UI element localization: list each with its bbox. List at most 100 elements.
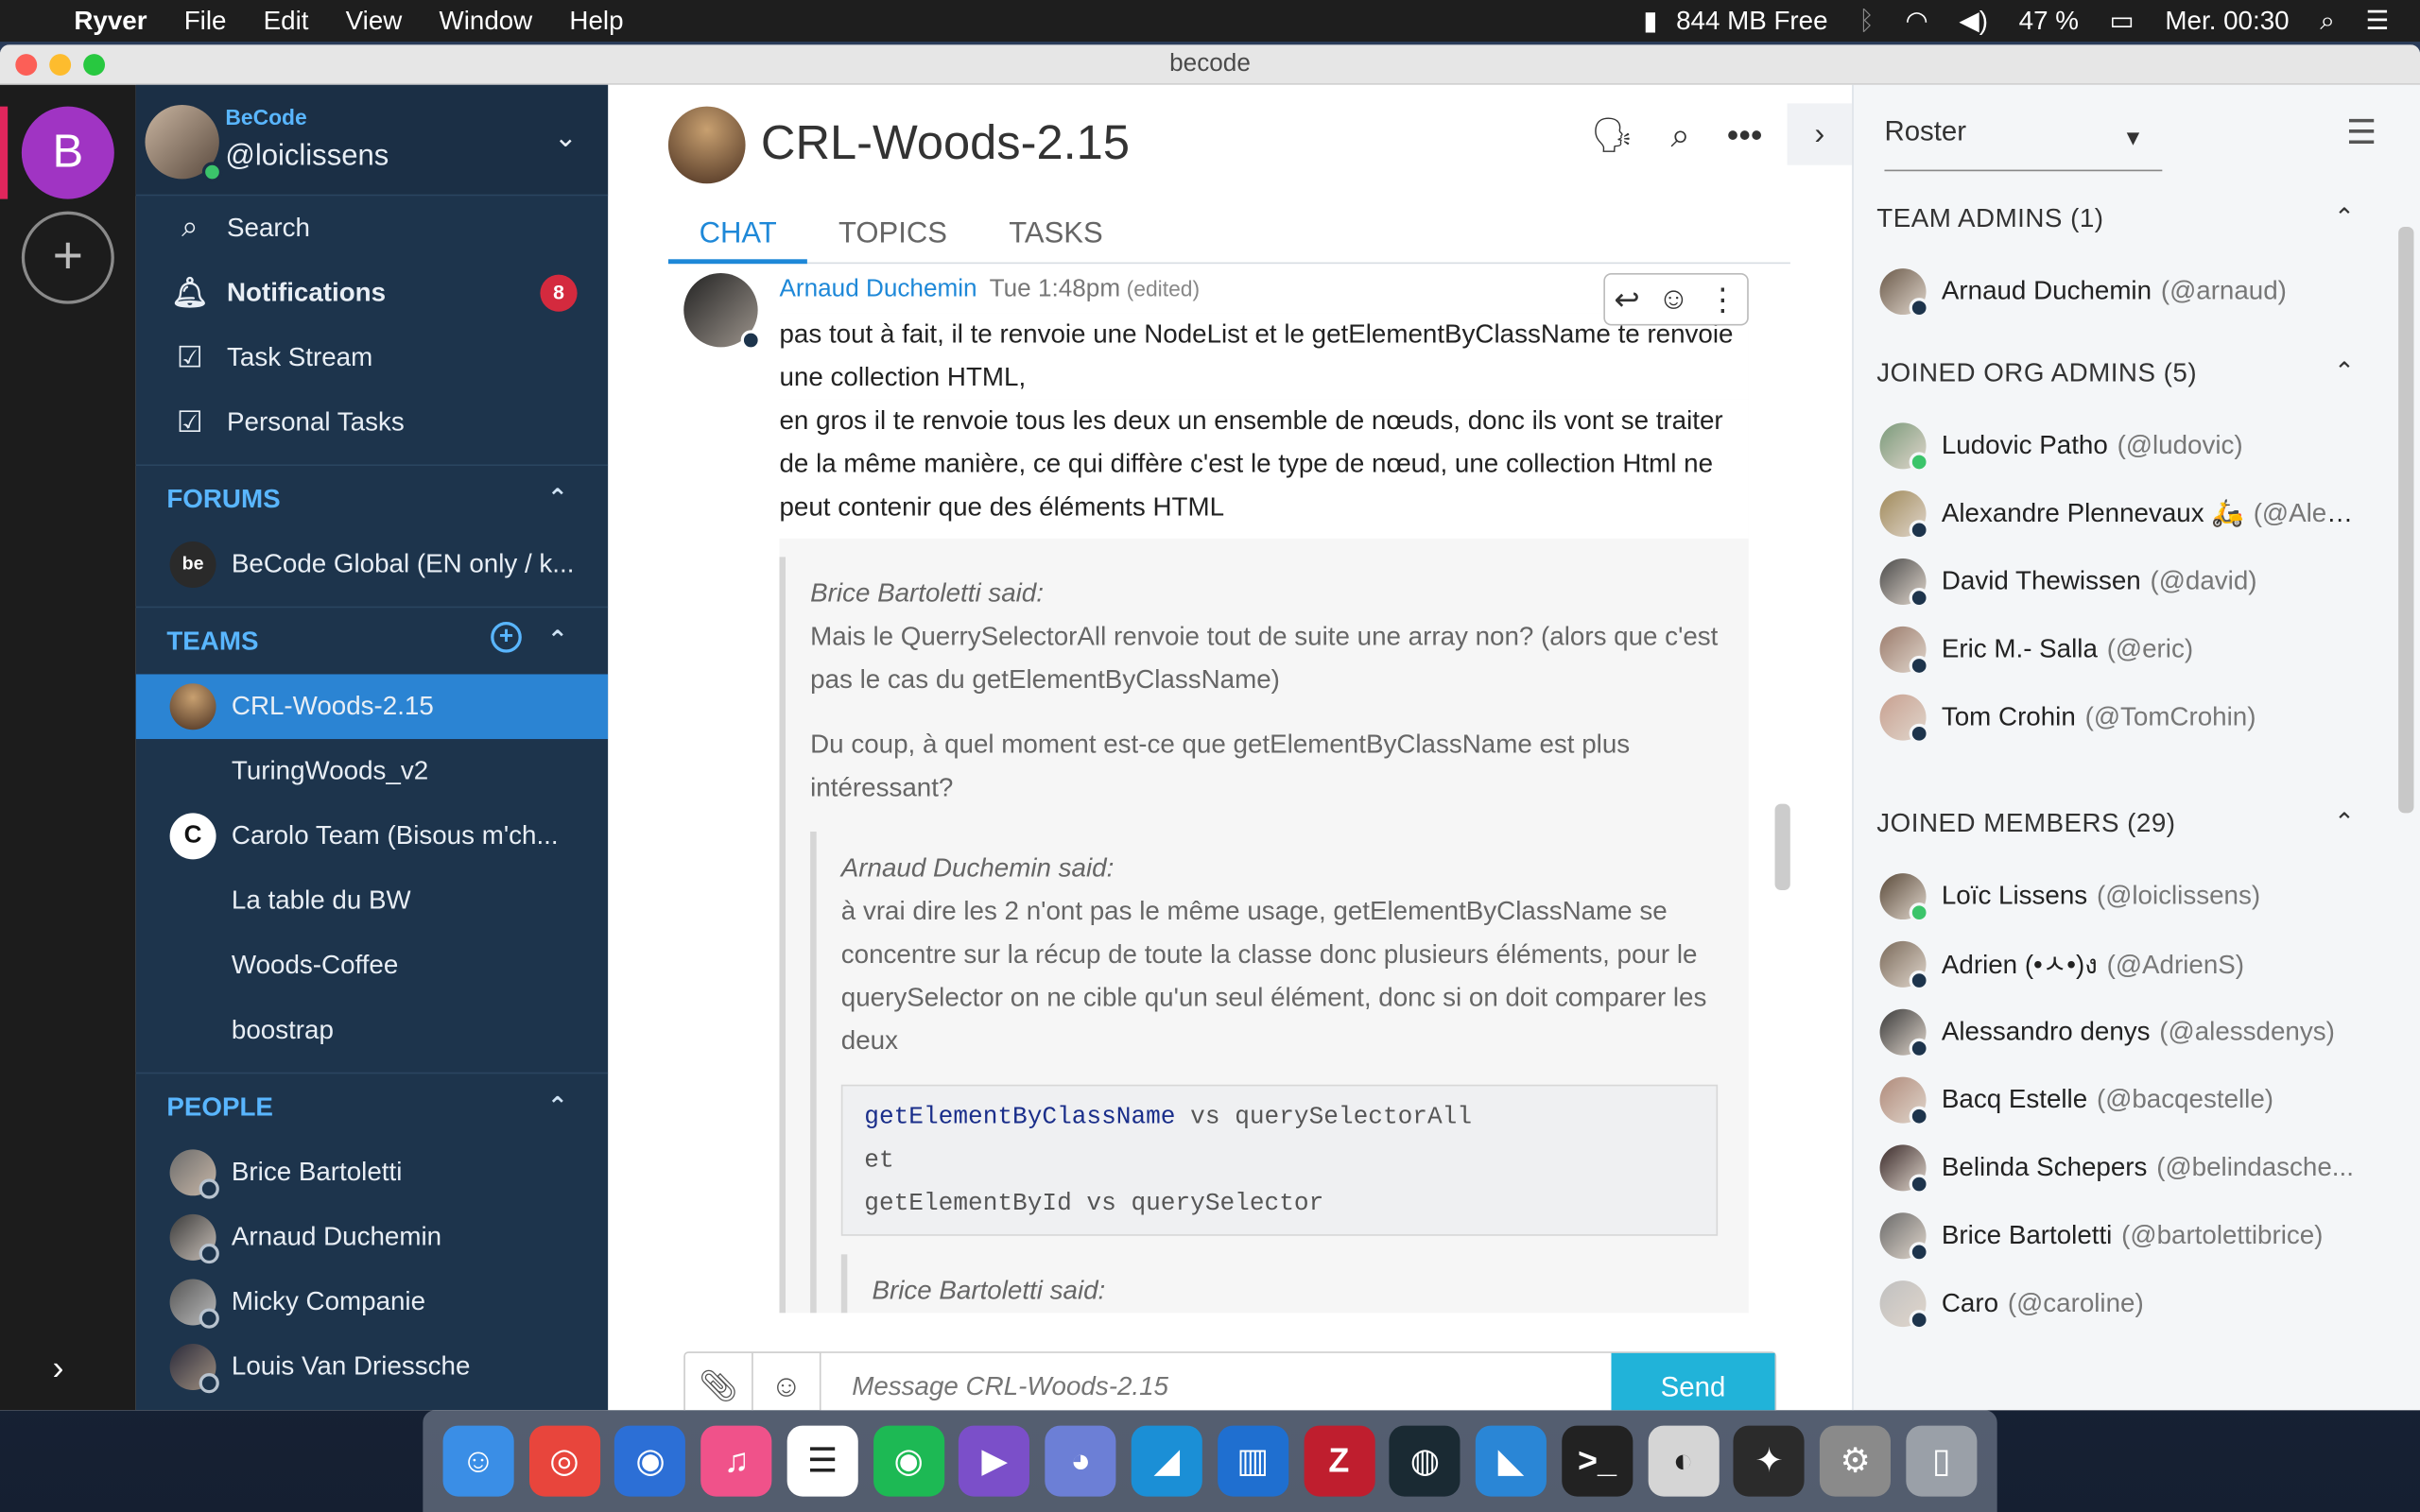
app-menu[interactable]: Ryver (56, 6, 165, 37)
search-icon[interactable]: ⌕ (1670, 115, 1689, 155)
attach-icon[interactable]: 📎︎ (685, 1352, 753, 1411)
message-scrollbar[interactable] (1774, 803, 1790, 891)
toolbox-icon[interactable]: ☰ (786, 1425, 858, 1497)
chevron-down-icon[interactable]: ⌄ (554, 122, 578, 154)
sidebar-item-team[interactable]: TuringWoods_v2 (136, 739, 609, 804)
message-list[interactable]: Arnaud Duchemin Tue 1:48pm (edited) pas to… (668, 266, 1790, 1314)
sidebar-item-search[interactable]: ⌕ Search (136, 196, 609, 261)
sidebar-item-team[interactable]: La table du BW (136, 868, 609, 934)
clock[interactable]: Mer. 00:30 (2150, 6, 2305, 37)
roster-member[interactable]: Alessandro denys (@alessdenys) (1854, 998, 2420, 1066)
author-avatar[interactable] (683, 272, 761, 351)
chevron-up-icon[interactable]: ⌃ (547, 625, 568, 656)
sidebar-item-person[interactable]: Louis Van Driessche (136, 1334, 609, 1400)
bluetooth-icon[interactable]: ᛒ (1843, 6, 1890, 37)
volume-icon[interactable]: ◀) (1944, 6, 2003, 37)
more-vertical-icon[interactable]: ⋮ (1707, 280, 1738, 318)
roster-member[interactable]: Brice Bartoletti (@bartolettibrice) (1854, 1202, 2420, 1270)
collapse-roster-button[interactable]: › (1787, 103, 1853, 165)
notification-center-icon[interactable]: ☰ (2350, 6, 2420, 37)
roster-section-header[interactable]: TEAM ADMINS (1) ⌃ (1854, 180, 2420, 258)
sidebar-item-team[interactable]: Woods-Coffee (136, 934, 609, 999)
finder-icon[interactable]: ☺ (442, 1425, 514, 1497)
spotify-icon[interactable]: ◉ (873, 1425, 944, 1497)
system-preferences-icon[interactable]: ⚙ (1820, 1425, 1892, 1497)
teams-header[interactable]: TEAMS + ⌃ (135, 606, 609, 675)
kite-icon[interactable]: ◢ (1131, 1425, 1202, 1497)
more-options-icon[interactable]: ••• (1727, 115, 1763, 155)
chevron-up-icon[interactable]: ⌃ (2334, 356, 2355, 387)
user-header[interactable]: BeCode @loiclissens ⌄ (135, 84, 609, 197)
zoom-window-button[interactable] (83, 54, 106, 76)
menu-edit[interactable]: Edit (245, 6, 327, 37)
roster-member[interactable]: Caro (@caroline) (1854, 1270, 2420, 1338)
roster-member[interactable]: Bacq Estelle (@bacqestelle) (1854, 1066, 2420, 1134)
forums-header[interactable]: FORUMS ⌃ (135, 464, 609, 532)
roster-member[interactable]: Alexandre Plennevaux 🛵 (@Alex... (1854, 480, 2420, 548)
close-window-button[interactable] (15, 54, 38, 76)
sidebar-item-person[interactable]: Brice Bartoletti (136, 1141, 609, 1206)
tableplus-icon[interactable]: ◐ (1648, 1425, 1720, 1497)
sidebar-item-team[interactable]: boostrap (136, 998, 609, 1063)
message-author[interactable]: Arnaud Duchemin (779, 276, 977, 302)
chevron-up-icon[interactable]: ⌃ (2334, 202, 2355, 233)
tab-topics[interactable]: TOPICS (807, 217, 977, 264)
workspace-button-becode[interactable]: B (21, 106, 114, 199)
chevron-up-icon[interactable]: ⌃ (547, 1091, 568, 1122)
sidebar-item-personal-tasks[interactable]: ☑ Personal Tasks (136, 390, 609, 455)
discord-icon[interactable]: ◕ (1045, 1425, 1116, 1497)
firefox-icon[interactable]: ◉ (614, 1425, 686, 1497)
roster-member[interactable]: Arnaud Duchemin (@arnaud) (1854, 258, 2420, 326)
menu-file[interactable]: File (165, 6, 245, 37)
terminal-icon[interactable]: >_ (1561, 1425, 1634, 1497)
sidebar-item-team[interactable]: CRL-Woods-2.15 (135, 674, 609, 740)
message-input[interactable] (821, 1352, 1612, 1411)
battery-icon[interactable]: ▭ (2094, 6, 2150, 37)
sidebar-item-forum[interactable]: be BeCode Global (EN only / k... (136, 532, 609, 597)
minimize-window-button[interactable] (49, 54, 72, 76)
itunes-icon[interactable]: ♫ (700, 1425, 772, 1497)
trash-icon[interactable]: ▯ (1906, 1425, 1978, 1497)
menu-view[interactable]: View (327, 6, 421, 37)
roster-section-header[interactable]: JOINED MEMBERS (29) ⌃ (1854, 785, 2420, 863)
roster-member[interactable]: Belinda Schepers (@belindasche... (1854, 1134, 2420, 1202)
vscode-icon[interactable]: ◣ (1475, 1425, 1547, 1497)
tab-tasks[interactable]: TASKS (978, 217, 1134, 264)
wifi-icon[interactable]: ◠ (1890, 6, 1944, 37)
chevron-up-icon[interactable]: ⌃ (547, 483, 568, 514)
emoji-reaction-icon[interactable]: ☺ (1658, 282, 1689, 318)
sort-icon[interactable]: ☰ (2346, 112, 2377, 152)
chevron-up-icon[interactable]: ⌃ (2334, 807, 2355, 838)
add-team-icon[interactable]: + (491, 621, 522, 653)
sidebar-item-task-stream[interactable]: ☑ Task Stream (136, 325, 609, 390)
roster-select[interactable]: Roster ▼ (1884, 115, 2163, 172)
filezilla-icon[interactable]: Z (1303, 1425, 1374, 1497)
sidebar-item-team[interactable]: C Carolo Team (Bisous m'ch... (136, 804, 609, 869)
roster-member[interactable]: Adrien (•ㅅ•)ง (@AdrienS) (1854, 930, 2420, 998)
gitkraken-icon[interactable]: ◍ (1389, 1425, 1461, 1497)
roster-member[interactable]: Ludovic Patho (@ludovic) (1854, 412, 2420, 480)
tab-chat[interactable]: CHAT (667, 217, 808, 265)
menu-help[interactable]: Help (551, 6, 642, 37)
sidebar-item-person[interactable]: Arnaud Duchemin (136, 1205, 609, 1270)
people-header[interactable]: PEOPLE ⌃ (135, 1072, 609, 1141)
send-button[interactable]: Send (1611, 1352, 1775, 1411)
add-workspace-button[interactable]: + (21, 211, 114, 304)
sidebar-item-notifications[interactable]: 🔔︎ Notifications 8 (136, 261, 609, 326)
roster-scrollbar[interactable] (2398, 226, 2414, 814)
memory-free[interactable]: 844 MB Free (1661, 6, 1843, 37)
roster-member[interactable]: Loïc Lissens (@loiclissens) (1854, 863, 2420, 931)
emoji-icon[interactable]: ☺ (753, 1352, 821, 1411)
menu-window[interactable]: Window (421, 6, 551, 37)
roster-member[interactable]: Eric M.- Salla (@eric) (1854, 615, 2420, 683)
reply-icon[interactable]: ↩ (1614, 280, 1639, 318)
expand-rail-icon[interactable]: › (53, 1349, 64, 1388)
chrome-icon[interactable]: ◎ (528, 1425, 600, 1497)
roster-member[interactable]: David Thewissen (@david) (1854, 548, 2420, 616)
voice-call-icon[interactable]: 🗣︎ (1591, 115, 1634, 155)
figma-icon[interactable]: ✦ (1734, 1425, 1806, 1497)
vectorize-icon[interactable]: ▶ (959, 1425, 1030, 1497)
battery-percent[interactable]: 47 % (2003, 6, 2094, 37)
trello-icon[interactable]: ▥ (1217, 1425, 1288, 1497)
roster-section-header[interactable]: JOINED ORG ADMINS (5) ⌃ (1854, 335, 2420, 412)
